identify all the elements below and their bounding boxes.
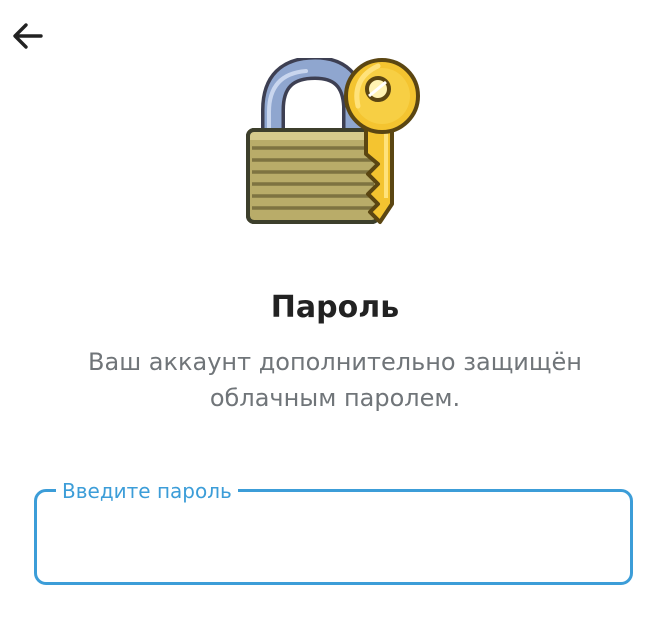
page-title: Пароль <box>270 290 400 325</box>
password-field-label: Введите пароль <box>56 478 238 504</box>
back-button[interactable] <box>8 16 48 56</box>
lock-with-key-icon <box>240 55 430 232</box>
arrow-left-icon <box>13 23 43 49</box>
password-input[interactable] <box>55 518 609 560</box>
page-subtitle: Ваш аккаунт дополнительно защищён облачн… <box>88 348 582 412</box>
